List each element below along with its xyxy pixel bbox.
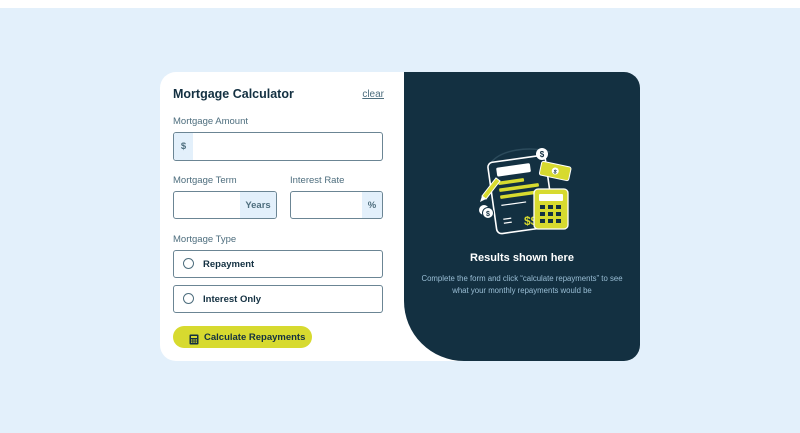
radio-option-interest-only[interactable]: Interest Only (173, 285, 383, 313)
mortgage-term-field: Years (173, 191, 277, 219)
svg-text:$: $ (486, 211, 490, 218)
calculate-repayments-button[interactable]: Calculate Repayments (173, 326, 312, 348)
mortgage-amount-input[interactable] (193, 133, 382, 160)
clear-link[interactable]: clear (362, 89, 384, 100)
currency-prefix: $ (174, 133, 193, 160)
term-suffix: Years (240, 192, 276, 218)
form-title: Mortgage Calculator (173, 87, 294, 101)
radio-label-interest-only: Interest Only (203, 294, 262, 305)
radio-option-repayment[interactable]: Repayment (173, 250, 383, 278)
mortgage-term-input[interactable] (174, 192, 240, 218)
mortgage-type-label: Mortgage Type (173, 234, 237, 245)
svg-text:$: $ (540, 150, 545, 159)
interest-rate-label: Interest Rate (290, 175, 345, 186)
results-description: Complete the form and click “calculate r… (421, 274, 623, 295)
radio-label-repayment: Repayment (203, 259, 255, 270)
mortgage-form: Mortgage Calculator clear Mortgage Amoun… (160, 72, 404, 361)
mortgage-term-label: Mortgage Term (173, 175, 237, 186)
radio-circle-icon[interactable] (183, 258, 194, 269)
interest-rate-input[interactable] (291, 192, 362, 218)
results-title: Results shown here (470, 252, 574, 264)
mortgage-calculator-card: Mortgage Calculator clear Mortgage Amoun… (160, 72, 640, 361)
mortgage-amount-field: $ (173, 132, 383, 161)
calculator-icon (189, 332, 199, 350)
calculate-button-label: Calculate Repayments (204, 332, 306, 343)
results-panel: $$$ $ $ $ (404, 72, 640, 361)
top-strip (0, 0, 800, 8)
interest-rate-field: % (290, 191, 383, 219)
percent-suffix: % (362, 192, 382, 218)
mortgage-amount-label: Mortgage Amount (173, 116, 248, 127)
mortgage-document-illustration: $$$ $ $ $ (470, 144, 590, 249)
radio-circle-icon[interactable] (183, 293, 194, 304)
